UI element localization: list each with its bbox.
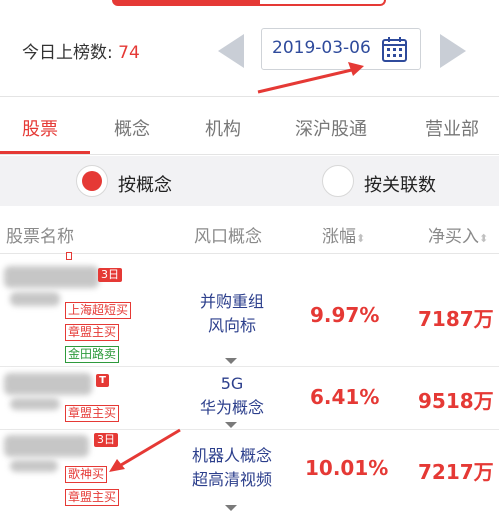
calendar-icon[interactable] xyxy=(381,36,408,63)
radio-by-concept-label[interactable]: 按概念 xyxy=(118,171,172,197)
expand-caret-icon[interactable] xyxy=(225,422,237,428)
net-buy-amount: 7217万 xyxy=(418,460,494,484)
date-value: 2019-03-06 xyxy=(272,38,371,58)
column-header-concept: 风口概念 xyxy=(194,227,262,247)
annotation-arrow xyxy=(257,62,364,94)
expand-caret-icon[interactable] xyxy=(225,358,237,364)
next-date-arrow-icon[interactable] xyxy=(440,34,466,68)
seat-tag: 歌神买 xyxy=(65,466,108,483)
sort-icon: ⬍ xyxy=(479,232,489,245)
concept-line: 风向标 xyxy=(207,316,256,335)
expand-caret-icon[interactable] xyxy=(225,505,237,511)
radio-by-related[interactable] xyxy=(322,165,354,197)
status-badge: T xyxy=(96,374,109,387)
today-count-label: 今日上榜数: xyxy=(22,43,119,63)
prev-date-arrow-icon[interactable] xyxy=(218,34,244,68)
concept-line: 超高清视频 xyxy=(191,470,272,489)
column-header-net-buy[interactable]: 净买入⬍ xyxy=(428,222,488,247)
today-count-value: 74 xyxy=(118,43,140,63)
stock-code-blurred xyxy=(10,460,58,472)
divider xyxy=(0,96,499,97)
column-header-name: 股票名称 xyxy=(6,227,74,247)
tag-partial xyxy=(66,252,72,260)
segment-left-active[interactable] xyxy=(112,0,258,6)
change-percent: 6.41% xyxy=(310,385,380,409)
stock-name-blurred xyxy=(4,435,89,457)
tab-concepts[interactable]: 概念 xyxy=(114,115,150,141)
seat-tag: 章盟主买 xyxy=(65,405,120,422)
tab-stocks[interactable]: 股票 xyxy=(22,115,58,141)
tab-brokerages[interactable]: 营业部 xyxy=(425,115,479,141)
seat-tag: 金田路卖 xyxy=(65,346,120,363)
today-count: 今日上榜数: 74 xyxy=(22,38,140,63)
change-percent: 9.97% xyxy=(310,303,380,327)
concept-line: 并购重组 xyxy=(199,292,264,311)
radio-selected-dot xyxy=(82,171,102,191)
seat-tag: 章盟主买 xyxy=(65,489,120,506)
segment-right[interactable] xyxy=(258,0,386,6)
column-header-change-label: 涨幅 xyxy=(322,227,356,247)
status-badge: 3日 xyxy=(98,268,122,282)
change-percent: 10.01% xyxy=(305,456,389,480)
stock-code-blurred xyxy=(10,292,60,306)
stock-code-blurred xyxy=(10,398,60,410)
tab-connect[interactable]: 深沪股通 xyxy=(295,115,367,141)
concept-line: 5G xyxy=(220,374,244,393)
column-header-change[interactable]: 涨幅⬍ xyxy=(322,222,365,247)
tab-institutions[interactable]: 机构 xyxy=(205,115,241,141)
column-header-net-buy-label: 净买入 xyxy=(428,227,479,247)
sort-icon: ⬍ xyxy=(356,232,366,245)
concept-line: 机器人概念 xyxy=(191,446,272,465)
seat-tag: 章盟主买 xyxy=(65,324,120,341)
radio-by-concept[interactable] xyxy=(76,165,108,197)
net-buy-amount: 9518万 xyxy=(418,389,494,413)
radio-by-related-label[interactable]: 按关联数 xyxy=(364,171,436,197)
net-buy-amount: 7187万 xyxy=(418,307,494,331)
stock-name-blurred xyxy=(4,266,99,288)
concept-line: 华为概念 xyxy=(199,398,264,417)
divider xyxy=(0,154,499,155)
seat-tag: 上海超短买 xyxy=(65,302,132,319)
stock-name-blurred xyxy=(4,373,92,395)
